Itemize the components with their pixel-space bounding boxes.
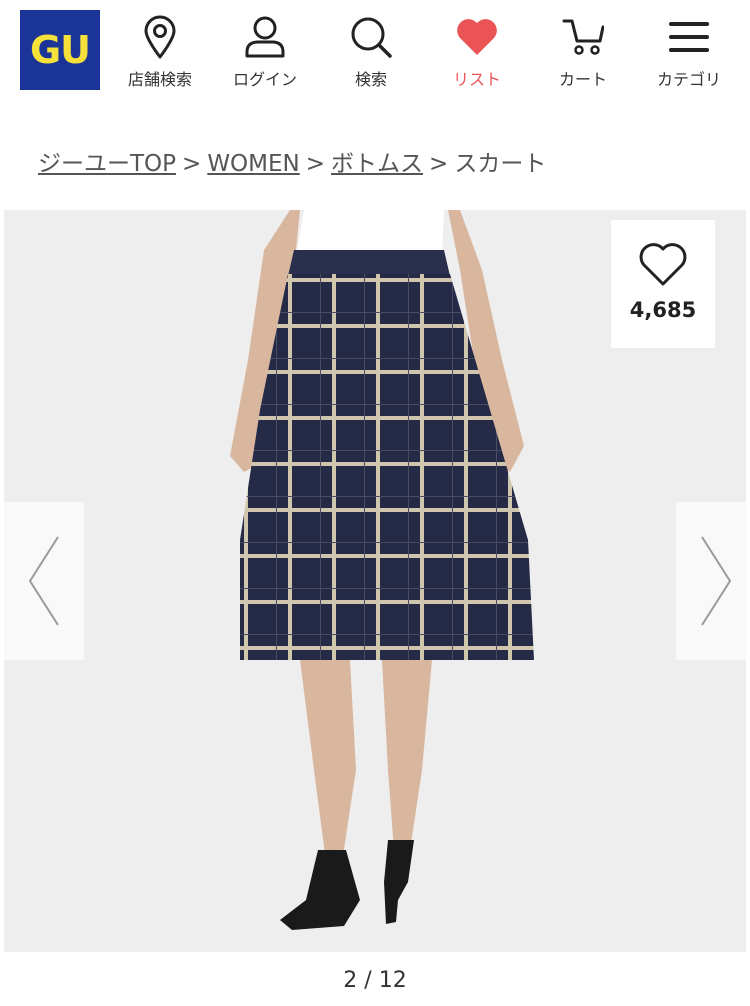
nav-category[interactable]: カテゴリ [639,14,739,90]
nav-cart[interactable]: カート [533,14,633,90]
breadcrumb: ジーユーTOP > WOMEN > ボトムス > スカート [38,144,546,178]
product-image-gallery[interactable]: 4,685 [4,210,746,952]
chevron-right-icon [701,536,732,626]
chevron-left-icon [28,536,59,626]
nav-store-search[interactable]: 店舗検索 [110,14,210,90]
search-icon [349,14,393,60]
breadcrumb-current: スカート [454,151,547,177]
menu-icon [668,14,710,60]
nav-search-label: 検索 [354,70,387,89]
user-icon [244,14,286,60]
site-header: GU 店舗検索 ログイン 検索 リスト カート カテゴリ [0,0,750,100]
favorite-button[interactable]: 4,685 [611,220,715,348]
breadcrumb-link-women[interactable]: WOMEN [207,151,299,177]
breadcrumb-link-top[interactable]: ジーユーTOP [38,151,176,177]
gallery-counter: 2 / 12 [343,968,407,993]
nav-list[interactable]: リスト [427,14,527,90]
breadcrumb-separator: > [305,151,326,177]
breadcrumb-separator: > [429,151,449,177]
nav-list-label: リスト [452,70,501,89]
breadcrumb-separator: > [182,151,202,177]
heart-icon [455,14,499,60]
nav-search[interactable]: 検索 [321,14,421,90]
gallery-next-button[interactable] [676,502,746,660]
location-pin-icon [143,14,177,60]
nav-category-label: カテゴリ [656,70,721,89]
logo-text: GU [29,28,91,72]
nav-login[interactable]: ログイン [215,14,315,90]
nav-login-label: ログイン [232,70,297,89]
cart-icon [562,14,604,60]
gu-logo[interactable]: GU [20,10,100,90]
gallery-prev-button[interactable] [4,502,84,660]
heart-outline-icon [639,243,687,286]
favorite-count: 4,685 [629,298,697,322]
nav-cart-label: カート [558,70,607,89]
nav-store-search-label: 店舗検索 [127,70,192,89]
breadcrumb-link-bottoms[interactable]: ボトムス [331,151,423,177]
